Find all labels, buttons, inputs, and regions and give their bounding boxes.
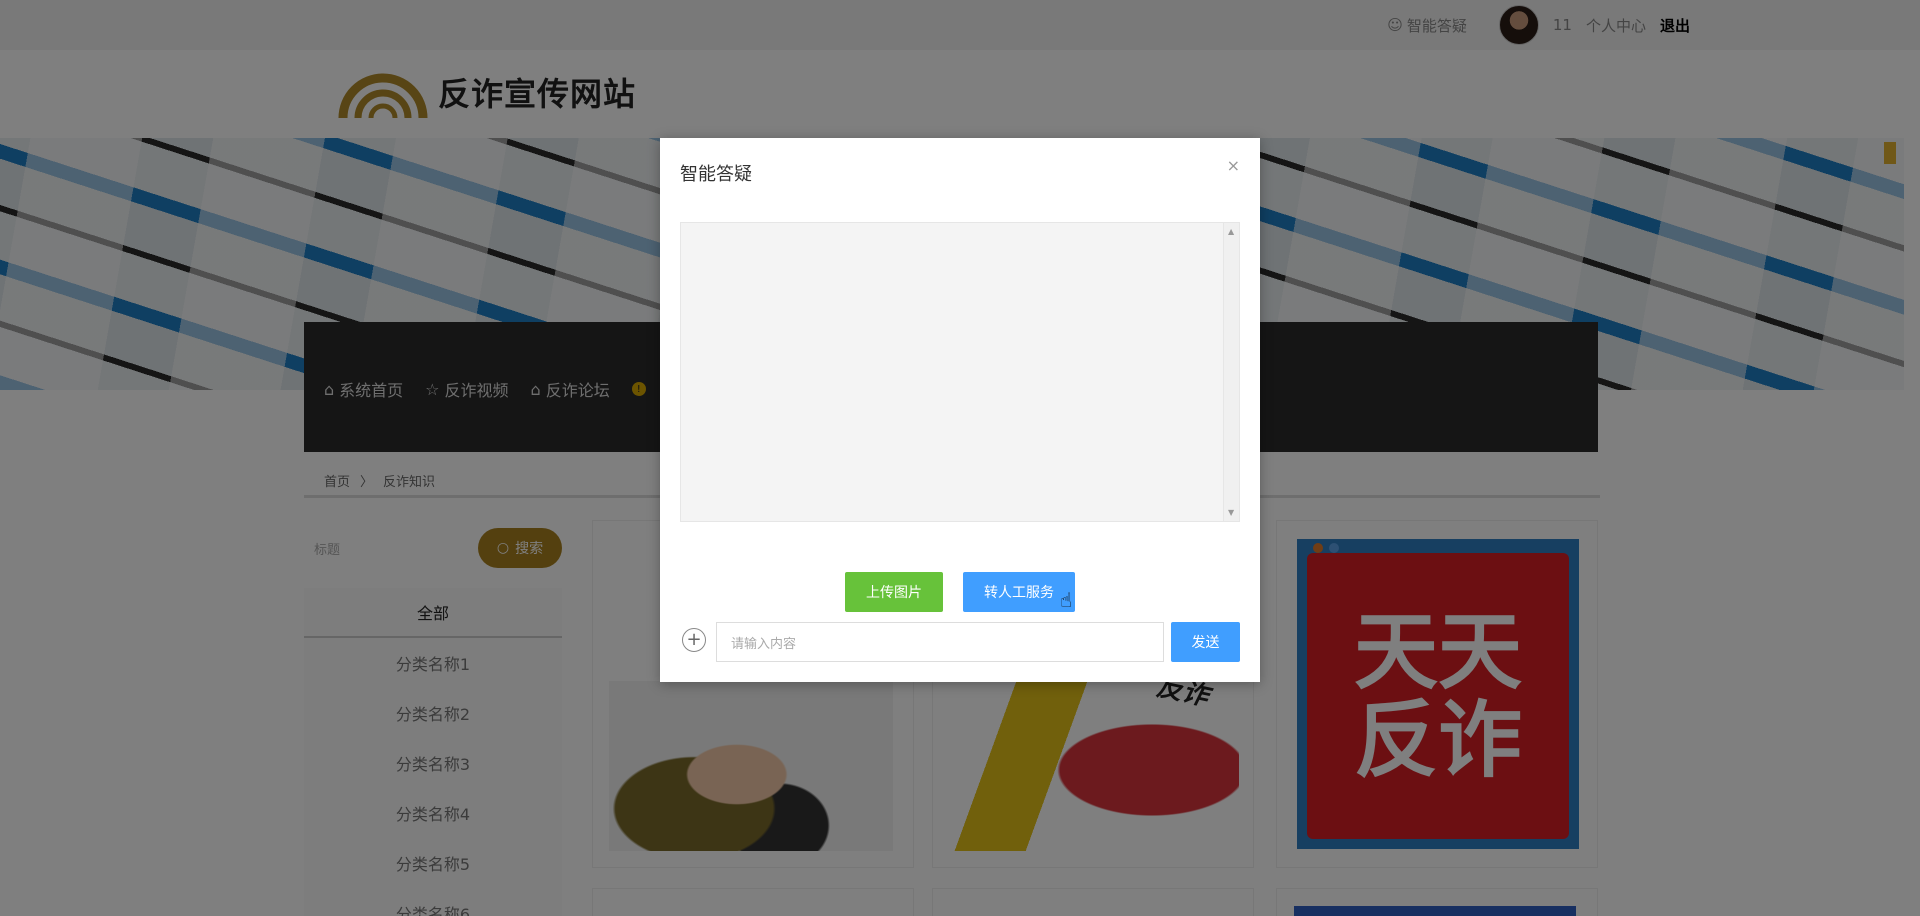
send-button[interactable]: 发送 [1171,622,1240,662]
upload-image-button[interactable]: 上传图片 [845,572,943,612]
human-service-button[interactable]: 转人工服务 [963,572,1075,612]
scroll-up-icon[interactable]: ▲ [1228,227,1234,236]
close-icon[interactable]: × [1227,156,1240,175]
dialog-title: 智能答疑 [680,164,752,185]
scroll-down-icon[interactable]: ▼ [1228,508,1234,517]
add-icon[interactable]: + [682,628,706,652]
smart-qa-dialog: 智能答疑 × ▲ ▼ 上传图片 转人工服务 ☝ + 请输入内容 发送 [660,138,1260,682]
hand-cursor-icon: ☝ [1060,588,1073,612]
scrollbar[interactable]: ▲ ▼ [1223,223,1239,521]
chat-messages-area[interactable]: ▲ ▼ [680,222,1240,522]
message-input[interactable]: 请输入内容 [716,622,1164,662]
